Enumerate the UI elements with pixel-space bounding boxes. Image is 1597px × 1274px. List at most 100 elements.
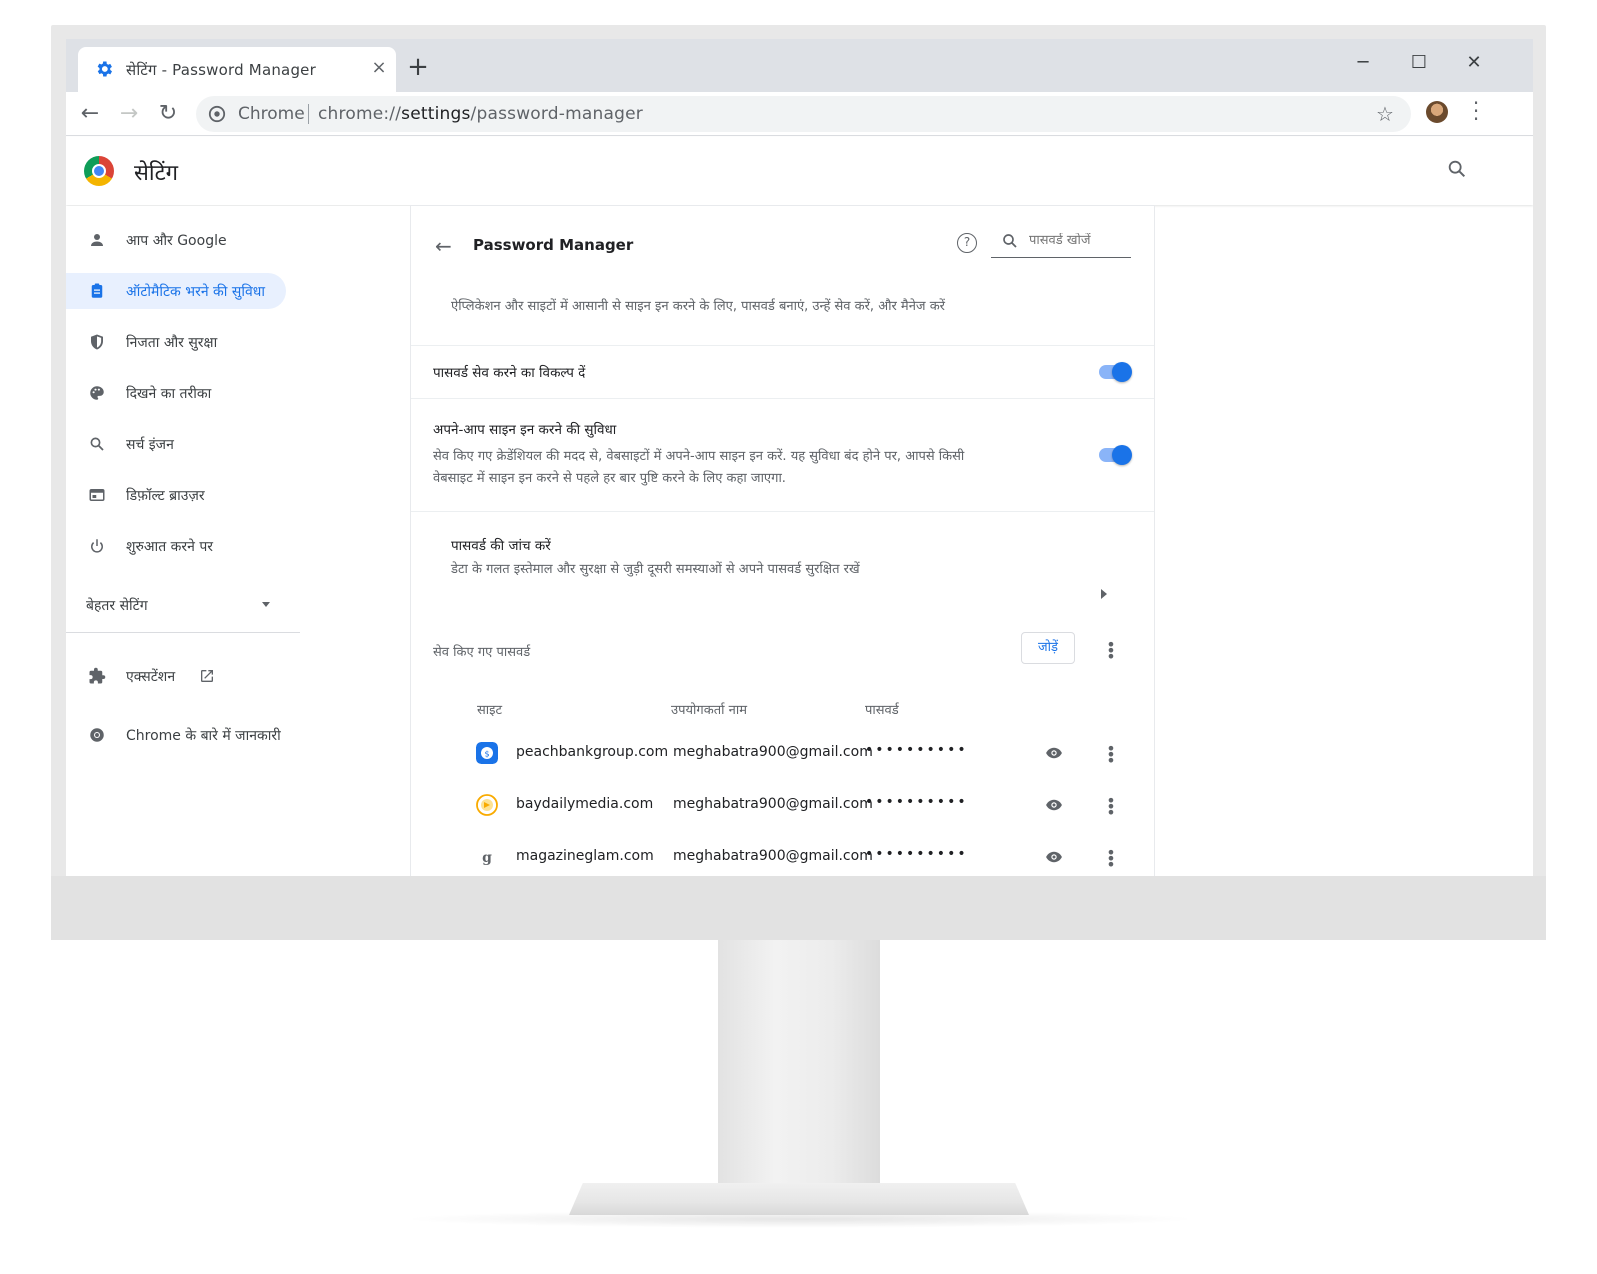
- sidebar-item-label: एक्सटेंशन: [126, 668, 176, 685]
- search-input[interactable]: [1029, 233, 1124, 248]
- add-password-button[interactable]: जोड़ें: [1021, 632, 1075, 664]
- puzzle-icon: [89, 667, 106, 684]
- sidebar-item-label: आप और Google: [126, 232, 227, 249]
- table-row: baydailymedia.com meghabatra900@gmail.co…: [411, 780, 1154, 832]
- forward-arrow-icon[interactable]: →: [113, 98, 145, 130]
- power-icon: [91, 539, 103, 553]
- maximize-icon[interactable]: ☐: [1404, 51, 1434, 75]
- sidebar-item-about-chrome[interactable]: Chrome के बारे में जानकारी: [66, 717, 306, 753]
- bookmark-star-icon[interactable]: ☆: [1376, 102, 1394, 126]
- site-name[interactable]: baydailymedia.com: [516, 796, 653, 812]
- username: meghabatra900@gmail.com: [673, 796, 873, 812]
- username: meghabatra900@gmail.com: [673, 848, 873, 864]
- omnibox-chip: Chrome: [238, 104, 305, 124]
- reload-icon[interactable]: ↻: [152, 98, 184, 130]
- address-bar[interactable]: Chrome chrome://settings/password-manage…: [196, 96, 1411, 132]
- table-row: g magazineglam.com meghabatra900@gmail.c…: [411, 832, 1154, 876]
- password-search[interactable]: [991, 228, 1131, 258]
- page-title: सेटिंग: [134, 161, 179, 186]
- offer-to-save-toggle[interactable]: [1099, 362, 1132, 382]
- browser-menu-icon[interactable]: · · ·: [1471, 93, 1481, 129]
- sidebar-item-advanced[interactable]: बेहतर सेटिंग: [66, 587, 300, 623]
- search-icon: [90, 437, 104, 451]
- divider: [411, 345, 1154, 346]
- password-check-label: पासवर्ड की जांच करें: [451, 538, 551, 554]
- sidebar-item-label: दिखने का तरीका: [126, 385, 212, 402]
- sidebar-item-privacy[interactable]: निजता और सुरक्षा: [66, 324, 286, 360]
- monitor-chin: [51, 876, 1546, 940]
- chevron-right-icon: [1101, 589, 1107, 599]
- window-close-icon[interactable]: ✕: [1459, 51, 1489, 75]
- sidebar-advanced-label: बेहतर सेटिंग: [86, 597, 148, 614]
- more-vert-icon[interactable]: • • •: [1105, 845, 1117, 873]
- chrome-logo-icon: [84, 156, 114, 186]
- sidebar-item-label: ऑटोमैटिक भरने की सुविधा: [126, 283, 265, 300]
- masked-password: ••••••••••: [865, 794, 968, 810]
- password-check-description: डेटा के गलत इस्तेमाल और सुरक्षा से जुड़ी…: [451, 562, 860, 577]
- sidebar-divider: [66, 632, 300, 633]
- password-check-row[interactable]: पासवर्ड की जांच करें डेटा के गलत इस्तेमा…: [411, 512, 1154, 608]
- masked-password: ••••••••••: [865, 742, 968, 758]
- svg-text:$: $: [484, 750, 489, 759]
- back-arrow-icon[interactable]: ←: [74, 98, 106, 130]
- section-title: Password Manager: [473, 236, 634, 254]
- sidebar-item-on-startup[interactable]: शुरुआत करने पर: [66, 528, 286, 564]
- eye-icon[interactable]: [1045, 848, 1063, 866]
- sidebar-item-autofill[interactable]: ऑटोमैटिक भरने की सुविधा: [66, 273, 286, 309]
- toolbar: ← → ↻ Chrome chrome://settings/password-…: [66, 92, 1533, 136]
- url-text: chrome://settings/password-manager: [318, 104, 643, 124]
- more-vert-icon[interactable]: • • •: [1105, 741, 1117, 769]
- eye-icon[interactable]: [1045, 744, 1063, 762]
- site-name[interactable]: magazineglam.com: [516, 848, 654, 864]
- sidebar-item-search-engine[interactable]: सर्च इंजन: [66, 426, 286, 462]
- browser-window: सेटिंग - Password Manager × + ─ ☐ ✕ ← → …: [66, 39, 1533, 876]
- palette-icon: [90, 386, 104, 400]
- sidebar: आप और Google ऑटोमैटिक भरने की सुविधा निज…: [66, 206, 411, 876]
- avatar[interactable]: [1426, 101, 1448, 123]
- offer-to-save-label: पासवर्ड सेव करने का विकल्प दें: [433, 365, 586, 381]
- site-favicon-icon: $: [476, 742, 498, 764]
- search-icon[interactable]: [1446, 158, 1468, 180]
- site-name[interactable]: peachbankgroup.com: [516, 744, 668, 760]
- sidebar-item-default-browser[interactable]: डिफ़ॉल्ट ब्राउज़र: [66, 477, 286, 513]
- monitor-stand-base: [569, 1183, 1029, 1215]
- auto-signin-toggle[interactable]: [1099, 445, 1132, 465]
- chevron-down-icon: [262, 602, 270, 607]
- sidebar-item-label: सर्च इंजन: [126, 436, 174, 453]
- close-icon[interactable]: ×: [368, 57, 390, 79]
- svg-text:g: g: [482, 850, 492, 866]
- divider: [411, 398, 1154, 399]
- help-icon[interactable]: ?: [957, 233, 977, 253]
- auto-signin-label: अपने-आप साइन इन करने की सुविधा: [433, 422, 617, 438]
- tab-title: सेटिंग - Password Manager: [126, 61, 316, 79]
- username: meghabatra900@gmail.com: [673, 744, 873, 760]
- sidebar-item-extensions[interactable]: एक्सटेंशन: [66, 658, 286, 694]
- sidebar-item-appearance[interactable]: दिखने का तरीका: [66, 375, 286, 411]
- password-manager-card: ← Password Manager ? ऐप्लिकेशन और साइटों…: [411, 206, 1154, 876]
- omnibox-separator: [308, 104, 309, 124]
- eye-icon[interactable]: [1045, 796, 1063, 814]
- gear-icon: [97, 61, 112, 77]
- sidebar-item-you-and-google[interactable]: आप और Google: [66, 222, 286, 258]
- site-favicon-icon: g: [482, 850, 492, 866]
- monitor-stand-neck: [718, 940, 880, 1185]
- minimize-icon[interactable]: ─: [1348, 51, 1378, 75]
- masked-password: ••••••••••: [865, 846, 968, 862]
- section-description: ऐप्लिकेशन और साइटों में आसानी से साइन इन…: [451, 299, 946, 314]
- more-vert-icon[interactable]: • • •: [1105, 637, 1117, 665]
- person-icon: [91, 234, 103, 246]
- settings-header: सेटिंग: [66, 137, 1533, 205]
- saved-passwords-heading: सेव किए गए पासवर्ड: [433, 645, 531, 660]
- table-row: $ peachbankgroup.com meghabatra900@gmail…: [411, 728, 1154, 780]
- column-header-username: उपयोगकर्ता नाम: [671, 703, 747, 718]
- column-header-site: साइट: [477, 703, 503, 718]
- chrome-icon: [90, 728, 104, 742]
- more-vert-icon[interactable]: • • •: [1105, 793, 1117, 821]
- auto-signin-description-line1: सेव किए गए क्रेडेंशियल की मदद से, वेबसाइ…: [433, 449, 965, 464]
- clipboard-icon: [91, 283, 103, 298]
- new-tab-button[interactable]: +: [404, 53, 432, 81]
- tab-settings[interactable]: सेटिंग - Password Manager ×: [78, 47, 396, 92]
- chrome-icon: [208, 105, 226, 123]
- open-in-new-icon: [201, 670, 213, 682]
- back-arrow-icon[interactable]: ←: [435, 234, 452, 258]
